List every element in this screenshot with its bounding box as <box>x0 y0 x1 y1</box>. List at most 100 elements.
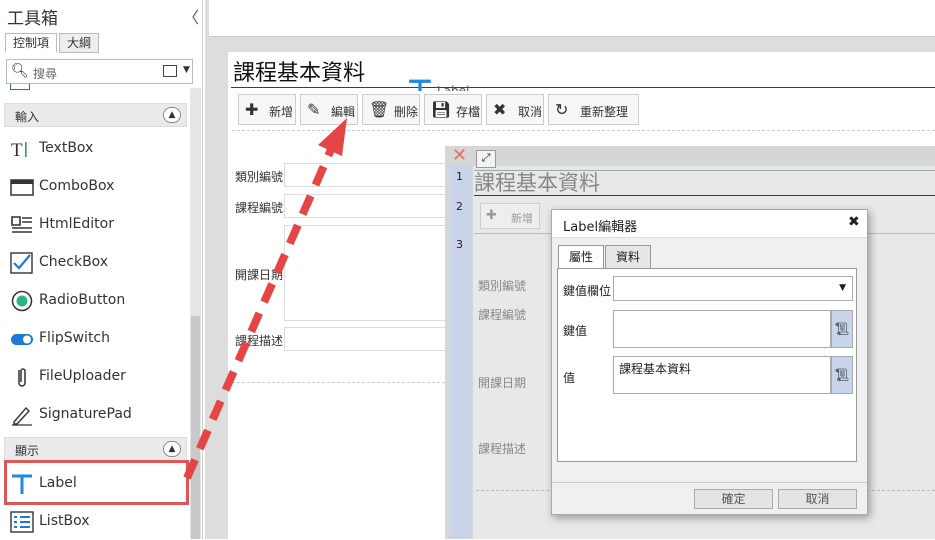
toolbox-title: 工具箱 <box>7 9 58 29</box>
toolbox-item-combobox[interactable]: ComboBox <box>8 169 183 205</box>
preview-add-button: ✚ 新增 <box>480 203 540 229</box>
listbox-icon <box>10 511 34 533</box>
save-button[interactable]: 💾︎ 存檔 <box>424 94 482 125</box>
search-input[interactable]: 🔍︎ 搜尋 ▼ <box>6 59 193 84</box>
divider <box>552 482 867 483</box>
refresh-icon: ↻ <box>555 100 569 119</box>
toolbox-item-fileuploader[interactable]: FileUploader <box>8 359 183 395</box>
checkbox-icon <box>10 252 33 274</box>
toolbox-item-label: RadioButton <box>39 292 126 308</box>
plus-icon: ✚ <box>486 208 497 223</box>
view-list-icon[interactable] <box>163 65 177 77</box>
designer-top-strip <box>209 0 935 37</box>
tab-controls[interactable]: 控制項 <box>5 33 58 53</box>
trash-icon: 🗑︎ <box>369 100 390 119</box>
field-label: 課程編號 <box>235 201 284 215</box>
dialog-title: Label編輯器 <box>563 220 638 235</box>
row-number: 2 <box>456 200 463 213</box>
tab-attributes[interactable]: 屬性 <box>558 245 604 269</box>
svg-text:T: T <box>11 140 23 160</box>
flipswitch-icon <box>11 334 33 345</box>
dialog-cancel-button[interactable]: 取消 <box>778 489 857 509</box>
add-button[interactable]: ✚ 新增 <box>238 94 296 125</box>
tab-outline[interactable]: 大綱 <box>59 33 100 53</box>
cancel-label: 取消 <box>518 105 543 119</box>
preview-field-label: 開課日期 <box>478 376 527 390</box>
section-input-label: 輸入 <box>15 110 40 124</box>
delete-label: 刪除 <box>394 105 419 119</box>
value-field[interactable]: 課程基本資料 <box>613 356 831 394</box>
pen-icon <box>12 406 32 426</box>
add-label: 新增 <box>269 105 294 119</box>
field-input[interactable] <box>284 163 446 187</box>
toolbox-item-htmleditor[interactable]: HtmlEditor <box>8 207 183 243</box>
preview-field-label: 課程描述 <box>478 442 527 456</box>
key-field-label: 鍵值欄位 <box>563 284 612 298</box>
search-icon: 🔍︎ <box>11 63 29 79</box>
section-input[interactable]: 輸入 ▲ <box>4 103 187 127</box>
toolbox-item-label: SignaturePad <box>39 406 132 422</box>
preview-field-label: 課程編號 <box>478 308 527 322</box>
field-input[interactable] <box>284 225 446 321</box>
plus-icon: ✚ <box>245 100 259 119</box>
key-value-field[interactable] <box>613 310 831 348</box>
toolbox-item-listbox[interactable]: ListBox <box>8 504 183 540</box>
row-number: 3 <box>456 238 463 251</box>
toolbox-item-signaturepad[interactable]: SignaturePad <box>8 397 183 433</box>
refresh-button[interactable]: ↻ 重新整理 <box>548 94 639 125</box>
preview-add-label: 新增 <box>511 212 533 225</box>
toolbox-item-label: FileUploader <box>39 368 126 384</box>
radiobutton-icon <box>11 290 33 312</box>
section-display[interactable]: 顯示 ▲ <box>4 437 187 461</box>
toolbox-item-textbox[interactable]: T TextBox <box>8 131 183 167</box>
chevron-up-icon[interactable]: ▲ <box>163 107 181 123</box>
chevron-down-icon: ▼ <box>839 283 846 293</box>
page-title[interactable]: 課程基本資料 <box>231 61 935 88</box>
field-label: 開課日期 <box>235 268 284 282</box>
edit-button[interactable]: ✎ 編輯 <box>300 94 358 125</box>
save-label: 存檔 <box>456 105 481 119</box>
preview-field-label: 類別編號 <box>478 279 527 293</box>
toolbox-item-label: ListBox <box>39 513 90 529</box>
toolbox-item-label: FlipSwitch <box>39 330 111 346</box>
toolbox-item-radiobutton[interactable]: RadioButton <box>8 283 183 319</box>
field-label: 課程描述 <box>235 334 284 348</box>
delete-button[interactable]: 🗑︎ 刪除 <box>362 94 420 125</box>
close-icon[interactable]: ✖ <box>848 214 860 230</box>
textbox-icon: T <box>11 140 27 160</box>
key-field-select[interactable]: ▼ <box>613 276 853 301</box>
tab-data[interactable]: 資料 <box>605 245 651 269</box>
floppy-icon: 💾︎ <box>431 100 452 119</box>
toolbox-item-flipswitch[interactable]: FlipSwitch <box>8 321 183 357</box>
value-label: 值 <box>563 371 576 385</box>
script-icon[interactable]: 📜︎ <box>831 356 853 394</box>
field-input[interactable] <box>284 194 446 218</box>
toolbox-item-label: HtmlEditor <box>39 216 114 232</box>
close-icon: ✖ <box>493 100 507 119</box>
chevron-down-icon[interactable]: ▼ <box>183 65 190 75</box>
ok-button[interactable]: 確定 <box>694 489 773 509</box>
scrollbar-thumb[interactable] <box>191 316 200 539</box>
cancel-button[interactable]: ✖ 取消 <box>486 94 544 125</box>
toolbox-item-label: ComboBox <box>39 178 115 194</box>
key-value-label: 鍵值 <box>563 324 588 338</box>
expand-icon[interactable]: ⤢ <box>476 150 496 168</box>
htmleditor-icon <box>11 216 32 233</box>
toolbox-item-label: TextBox <box>39 140 94 156</box>
pencil-icon: ✎ <box>307 100 321 119</box>
row-gutter <box>450 165 472 539</box>
row-number: 1 <box>456 170 463 183</box>
search-placeholder: 搜尋 <box>33 67 58 81</box>
chevron-up-icon[interactable]: ▲ <box>163 441 181 457</box>
refresh-label: 重新整理 <box>580 105 629 119</box>
divider <box>232 130 935 131</box>
script-icon[interactable]: 📜︎ <box>831 310 853 348</box>
field-input[interactable] <box>284 327 446 351</box>
combobox-icon <box>10 179 34 196</box>
highlight-box <box>4 460 189 505</box>
close-icon[interactable]: ✕ <box>452 145 467 166</box>
divider <box>232 382 445 383</box>
collapse-icon[interactable]: 〈 <box>183 4 199 28</box>
section-display-label: 顯示 <box>15 444 40 458</box>
toolbox-item-checkbox[interactable]: CheckBox <box>8 245 183 281</box>
